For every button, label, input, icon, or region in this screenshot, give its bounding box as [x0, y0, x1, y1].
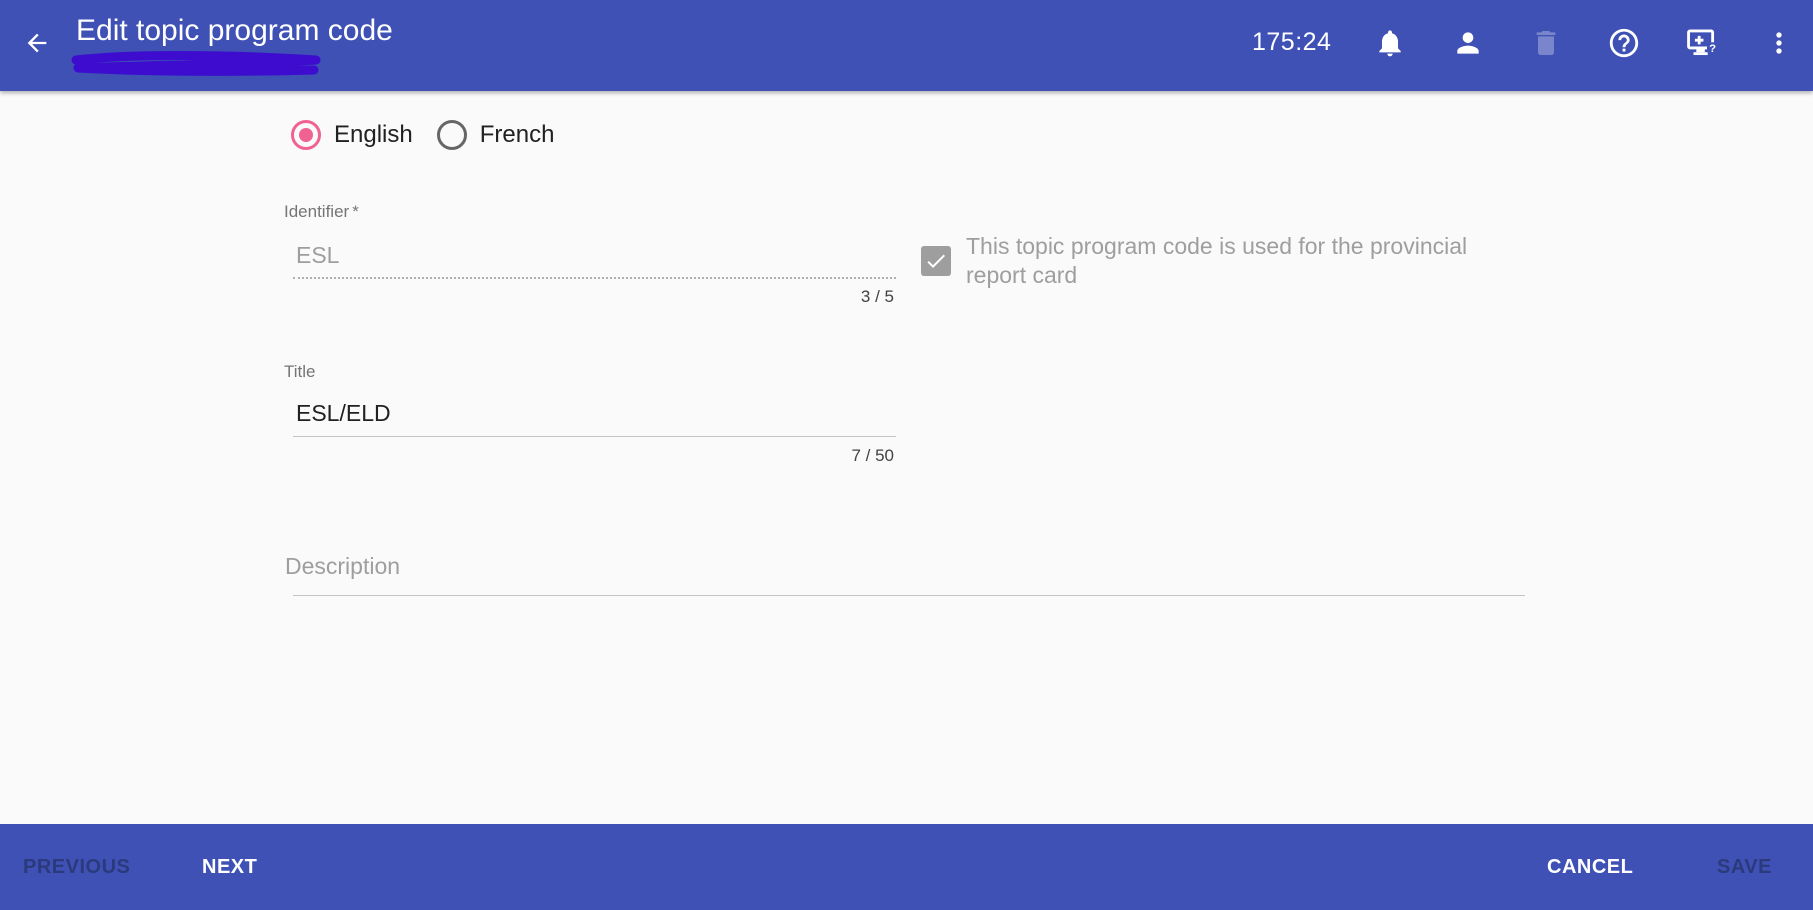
required-marker: *	[352, 202, 359, 221]
check-icon	[927, 254, 945, 268]
redaction-scribble	[71, 51, 321, 76]
language-radio-group: English French	[291, 120, 578, 150]
person-icon	[1457, 32, 1479, 54]
provincial-report-checkbox[interactable]	[921, 246, 951, 276]
account-button[interactable]	[1449, 24, 1487, 62]
radio-english-label: English	[334, 121, 413, 148]
session-timer: 175:24	[1252, 28, 1332, 56]
notifications-button[interactable]	[1371, 24, 1409, 62]
radio-french[interactable]: French	[436, 120, 555, 150]
previous-button[interactable]: PREVIOUS	[23, 824, 130, 910]
provincial-report-checkbox-label: This topic program code is used for the …	[966, 233, 1468, 288]
page-title: Edit topic program code	[76, 14, 393, 47]
identifier-field[interactable]: ESL	[296, 242, 339, 269]
cancel-button[interactable]: CANCEL	[1547, 824, 1633, 910]
back-button[interactable]	[18, 24, 56, 62]
svg-text:?: ?	[1709, 43, 1716, 55]
title-field[interactable]	[296, 400, 892, 427]
identifier-label-text: Identifier	[284, 202, 350, 221]
radio-french-label: French	[479, 121, 555, 148]
description-field[interactable]: Description	[285, 553, 400, 580]
bell-icon	[1379, 30, 1401, 57]
help-button[interactable]	[1605, 24, 1643, 62]
more-options-button[interactable]	[1760, 24, 1798, 62]
radio-selected-dot	[299, 128, 313, 142]
identifier-underline	[293, 277, 896, 279]
help-icon	[1609, 28, 1639, 58]
back-arrow-icon	[27, 33, 47, 53]
title-underline	[293, 436, 896, 437]
delete-button[interactable]	[1527, 24, 1565, 62]
trash-icon	[1536, 31, 1556, 55]
top-app-bar: Edit topic program code 175:24 ?	[0, 0, 1813, 91]
more-vert-icon	[1776, 32, 1782, 54]
radio-french-circle[interactable]	[436, 120, 467, 150]
radio-english[interactable]: English	[291, 120, 413, 150]
title-char-counter: 7 / 50	[851, 446, 894, 465]
screen-help-icon: ?	[1687, 29, 1719, 55]
identifier-label: Identifier *	[284, 202, 359, 222]
identifier-char-counter: 3 / 5	[860, 287, 894, 306]
description-underline	[293, 595, 1525, 596]
save-button[interactable]: SAVE	[1717, 824, 1772, 910]
radio-english-circle[interactable]	[291, 120, 321, 150]
bottom-action-bar: PREVIOUS NEXT CANCEL SAVE	[0, 824, 1813, 910]
title-label: Title	[284, 362, 316, 381]
screen-help-button[interactable]: ?	[1683, 24, 1721, 62]
next-button[interactable]: NEXT	[202, 824, 257, 910]
